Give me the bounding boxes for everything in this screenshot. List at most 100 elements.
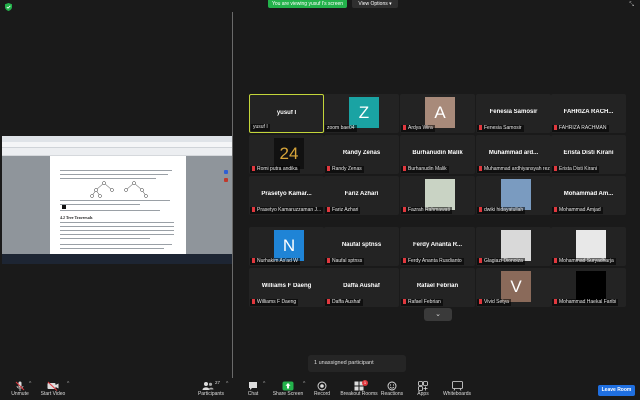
- participant-count: 27: [214, 380, 220, 385]
- participant-display-name: Fariz Azhari: [344, 191, 379, 197]
- participant-display-name: Daffa Aushaf: [343, 283, 380, 289]
- participant-tile[interactable]: Mohammad Am... Mohammad Amjad: [551, 176, 626, 215]
- participant-label-text: Prasetyo Kamaruzzaman J...: [257, 207, 322, 213]
- muted-mic-icon: [252, 166, 255, 171]
- participant-tile[interactable]: Fariz Azhari Fariz Azhari: [324, 176, 399, 215]
- participant-name-label: Vivid Setya: [477, 299, 511, 306]
- leave-room-button[interactable]: Leave Room: [598, 385, 635, 396]
- participant-tile[interactable]: V Vivid Setya: [476, 268, 551, 307]
- participant-tile[interactable]: A Ardya Wira: [400, 94, 475, 133]
- participant-tile[interactable]: Erista Disti Kirani Erista Disti Kirani: [551, 135, 626, 174]
- participant-tile[interactable]: Mohammad Suryadharja: [551, 227, 626, 266]
- participant-avatar: 24: [274, 138, 304, 169]
- participant-label-text: Burhanudin Malik: [408, 166, 447, 172]
- next-page-button[interactable]: ⌄: [424, 308, 452, 321]
- participant-display-name: Muhammad ard...: [488, 150, 539, 156]
- participant-avatar: N: [274, 230, 304, 261]
- caret-up-icon[interactable]: ^: [29, 381, 31, 387]
- shared-screen: 4.2 Tree Traversals: [2, 136, 232, 264]
- participant-label-text: Ardya Wira: [408, 125, 433, 131]
- participant-tile[interactable]: Fazrah Rahmawati: [400, 176, 475, 215]
- participant-name-label: Burhanudin Malik: [401, 166, 449, 173]
- viewing-screen-banner: You are viewing yusuf I's screen: [268, 0, 347, 8]
- muted-mic-icon: [403, 125, 406, 130]
- view-options-button[interactable]: View Options ▾: [352, 0, 398, 8]
- participant-name-label: Prasetyo Kamaruzzaman J...: [250, 207, 323, 214]
- participant-tile[interactable]: Randy Zenas Randy Zenas: [324, 135, 399, 174]
- participant-name-label: Muhammad ardhiyansyah rez: [477, 166, 550, 173]
- chat-button[interactable]: Chat: [233, 380, 273, 397]
- participant-tile[interactable]: Muhammad ard... Muhammad ardhiyansyah rez: [476, 135, 551, 174]
- muted-mic-icon: [252, 299, 255, 304]
- muted-mic-icon: [252, 258, 255, 263]
- muted-mic-icon: [327, 299, 330, 304]
- participant-tile[interactable]: Glagiazi Dionoiza: [476, 227, 551, 266]
- caret-up-icon[interactable]: ^: [226, 381, 228, 387]
- participant-name-label: Williams F Daeng: [250, 299, 299, 306]
- participant-name-label: yusuf I: [251, 124, 270, 131]
- participant-tile[interactable]: Burhanudin Malik Burhanudin Malik: [400, 135, 475, 174]
- participant-avatar: Z: [349, 97, 379, 128]
- caret-up-icon[interactable]: ^: [67, 381, 69, 387]
- participant-display-name: Williams F Daeng: [261, 283, 312, 289]
- muted-mic-icon: [479, 166, 482, 171]
- participant-label-text: Vivid Setya: [484, 299, 509, 305]
- participants-button[interactable]: 27 Participants: [191, 380, 231, 397]
- reactions-icon: [387, 381, 397, 390]
- muted-mic-icon: [554, 258, 557, 263]
- participant-label-text: Mohammad Suryadharja: [559, 258, 614, 264]
- participant-tile[interactable]: N Nurhakim As'ad W: [249, 227, 324, 266]
- participant-label-text: Williams F Daeng: [257, 299, 297, 305]
- whiteboards-button[interactable]: Whiteboards: [437, 380, 477, 397]
- participant-name-label: Glagiazi Dionoiza: [477, 258, 525, 265]
- muted-mic-icon: [403, 166, 406, 171]
- muted-mic-icon: [327, 166, 330, 171]
- video-off-icon: [47, 381, 59, 391]
- participant-label-text: Mohammad Haekal Faribi: [559, 299, 617, 305]
- pdf-side-tool-icon[interactable]: [224, 178, 228, 182]
- muted-mic-icon: [403, 207, 406, 212]
- participant-tile[interactable]: Zzoom bae04: [324, 94, 399, 133]
- view-options-label: View Options: [358, 1, 388, 7]
- fullscreen-icon[interactable]: ⤡: [629, 2, 634, 9]
- apps-icon: [418, 380, 428, 391]
- participant-tile[interactable]: Fenesia Samosir Fenesia Samosir: [476, 94, 551, 133]
- pdf-toolbar: [2, 148, 232, 156]
- participant-tile[interactable]: yusuf I yusuf I: [249, 94, 324, 133]
- participant-name-label: Fenesia Samosir: [477, 125, 524, 132]
- pdf-side-tool-icon[interactable]: [224, 170, 228, 174]
- muted-mic-icon: [554, 166, 557, 171]
- participant-name-label: Naufal sptnss: [325, 258, 365, 265]
- participant-display-name: Fenesia Samosir: [489, 109, 538, 115]
- participant-tile[interactable]: dwiki hidayatullah: [476, 176, 551, 215]
- participant-tile[interactable]: Ferdy Ananta R... Ferdy Ananta Rusdianto: [400, 227, 475, 266]
- participant-tile[interactable]: Mohammad Haekal Faribi: [551, 268, 626, 307]
- muted-mic-icon: [479, 258, 482, 263]
- participant-display-name: Burhanudin Malik: [412, 150, 463, 156]
- windows-taskbar: [2, 254, 232, 264]
- unassigned-participant-notice[interactable]: 1 unassigned participant: [308, 355, 406, 372]
- chevron-down-icon: ▾: [389, 1, 392, 7]
- participant-tile[interactable]: Daffa Aushaf Daffa Aushaf: [324, 268, 399, 307]
- participant-name-label: zoom bae04: [325, 125, 357, 132]
- record-icon: [317, 381, 327, 390]
- participant-display-name: FAHRIZA RACH...: [563, 109, 614, 115]
- record-button[interactable]: Record: [302, 380, 342, 397]
- participant-name-label: Randy Zenas: [325, 166, 364, 173]
- participant-tile[interactable]: Williams F Daeng Williams F Daeng: [249, 268, 324, 307]
- participants-icon: [202, 381, 214, 390]
- participant-tile[interactable]: 24 Romi putra andika: [249, 135, 324, 174]
- participant-tile[interactable]: Rafael Febrian Rafael Febrian: [400, 268, 475, 307]
- participant-tile[interactable]: Naufal sptnss Naufal sptnss: [324, 227, 399, 266]
- participant-label-text: Daffa Aushaf: [332, 299, 361, 305]
- muted-mic-icon: [479, 207, 482, 212]
- split-divider[interactable]: [232, 12, 233, 378]
- caret-up-icon[interactable]: ^: [263, 381, 265, 387]
- participant-tile[interactable]: FAHRIZA RACH... FAHRIZA RACHMAN: [551, 94, 626, 133]
- participant-display-name: Ferdy Ananta R...: [412, 242, 463, 248]
- security-shield-icon[interactable]: [5, 3, 12, 11]
- participant-tile[interactable]: Prasetyo Kamar... Prasetyo Kamaruzzaman J…: [249, 176, 324, 215]
- tree-figure: [90, 181, 148, 198]
- chevron-down-icon: ⌄: [435, 311, 441, 318]
- chat-icon: [249, 381, 257, 390]
